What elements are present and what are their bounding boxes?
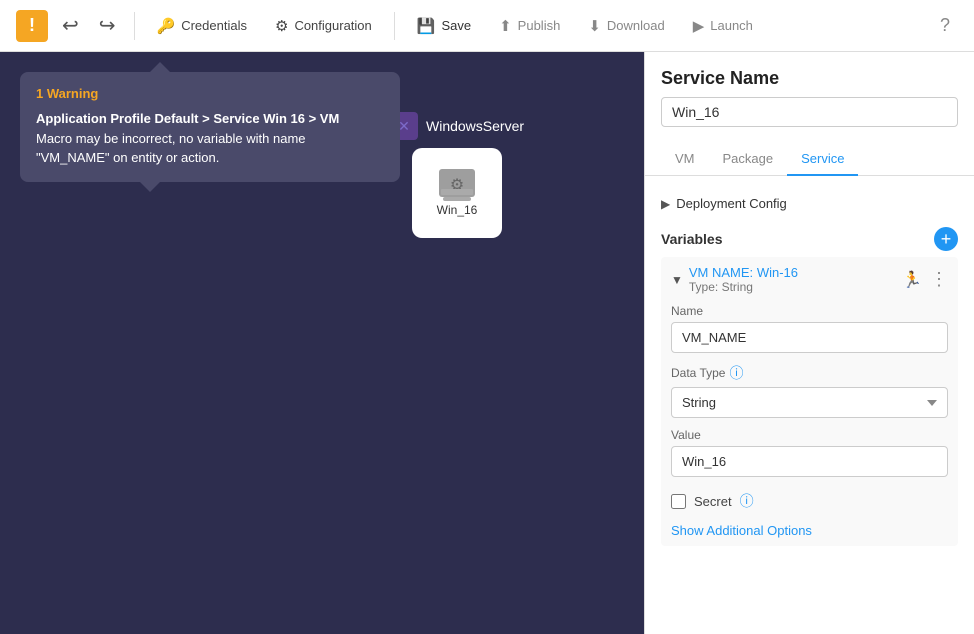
variable-type: Type: String	[689, 280, 798, 294]
tabs: VM Package Service	[645, 143, 974, 176]
secret-row: Secret ⓘ	[671, 491, 948, 511]
datatype-select[interactable]: String Integer Boolean Date	[671, 387, 948, 418]
download-label: Download	[607, 18, 665, 33]
vm-node[interactable]: ⚙ Win_16	[412, 148, 502, 238]
publish-icon: ⬆	[499, 17, 512, 35]
variable-name-label: VM NAME:	[689, 265, 753, 280]
tab-package[interactable]: Package	[709, 143, 788, 176]
variable-actions: 🏃 ⋮	[902, 269, 948, 290]
deployment-config-label: Deployment Config	[676, 196, 787, 211]
warning-icon: !	[29, 15, 35, 36]
publish-button[interactable]: ⬆ Publish	[489, 11, 570, 41]
configuration-label: Configuration	[294, 18, 371, 33]
tooltip-arrow	[150, 62, 170, 72]
vm-node-icon: ⚙	[439, 169, 475, 197]
secret-info-icon[interactable]: ⓘ	[740, 491, 754, 511]
datatype-field-group: Data Type ⓘ String Integer Boolean Date	[671, 363, 948, 418]
configuration-button[interactable]: ⚙ Configuration	[265, 11, 382, 41]
secret-checkbox[interactable]	[671, 494, 686, 509]
panel-title: Service Name	[661, 68, 958, 89]
deployment-config-chevron: ▶	[661, 197, 670, 211]
credentials-icon: 🔑	[157, 17, 176, 35]
right-panel: Service Name VM Package Service ▶ Deploy…	[644, 52, 974, 634]
variable-name: VM NAME: Win-16	[689, 265, 798, 280]
datatype-info-icon[interactable]: ⓘ	[729, 363, 743, 383]
download-button[interactable]: ⬇ Download	[578, 11, 674, 41]
undo-icon: ↩	[62, 15, 79, 37]
variable-item-header: ▼ VM NAME: Win-16 Type: String 🏃 ⋮	[671, 265, 948, 294]
warning-text: Macro may be incorrect, no variable with…	[36, 131, 306, 166]
more-options-icon[interactable]: ⋮	[930, 269, 948, 290]
node-title: WindowsServer	[426, 118, 524, 134]
show-additional-link[interactable]: Show Additional Options	[671, 523, 812, 538]
warning-title: 1 Warning	[36, 86, 384, 101]
deployment-config-section[interactable]: ▶ Deployment Config	[661, 188, 958, 219]
launch-icon: ▶	[693, 17, 705, 35]
value-field-group: Value	[671, 428, 948, 477]
run-icon[interactable]: 🏃	[902, 270, 922, 290]
vm-node-label: Win_16	[437, 203, 478, 217]
variable-value-input[interactable]	[671, 446, 948, 477]
add-variable-button[interactable]: +	[934, 227, 958, 251]
warning-message: Application Profile Default > Service Wi…	[36, 109, 384, 168]
value-field-label: Value	[671, 428, 948, 442]
variables-label: Variables	[661, 231, 723, 247]
configuration-icon: ⚙	[275, 17, 288, 35]
download-icon: ⬇	[588, 17, 601, 35]
windows-server-node[interactable]: ✕ WindowsServer ⚙ Win_16	[390, 112, 524, 238]
variable-item-vmname: ▼ VM NAME: Win-16 Type: String 🏃 ⋮	[661, 257, 958, 546]
node-header: ✕ WindowsServer	[390, 112, 524, 140]
publish-label: Publish	[518, 18, 561, 33]
tab-service[interactable]: Service	[787, 143, 858, 176]
undo-button[interactable]: ↩	[56, 9, 85, 42]
save-icon: 💾	[417, 17, 436, 35]
toolbar: ! ↩ ↪ 🔑 Credentials ⚙ Configuration 💾 Sa…	[0, 0, 974, 52]
credentials-label: Credentials	[181, 18, 247, 33]
warning-tooltip: 1 Warning Application Profile Default > …	[20, 72, 400, 182]
canvas: 1 Warning Application Profile Default > …	[0, 52, 644, 634]
warning-button[interactable]: !	[16, 10, 48, 42]
service-name-input[interactable]	[661, 97, 958, 127]
datatype-select-wrapper: String Integer Boolean Date	[671, 387, 948, 418]
datatype-field-label: Data Type ⓘ	[671, 363, 948, 383]
name-field-label: Name	[671, 304, 948, 318]
divider-2	[394, 12, 395, 40]
launch-label: Launch	[710, 18, 753, 33]
main-area: 1 Warning Application Profile Default > …	[0, 52, 974, 634]
save-button[interactable]: 💾 Save	[407, 11, 481, 41]
variable-expand-chevron[interactable]: ▼	[671, 273, 683, 287]
warning-bold: Application Profile Default > Service Wi…	[36, 111, 339, 126]
credentials-button[interactable]: 🔑 Credentials	[147, 11, 257, 41]
help-icon: ?	[940, 15, 950, 35]
vm-icon-strip	[441, 189, 473, 195]
variable-name-input[interactable]	[671, 322, 948, 353]
save-label: Save	[441, 18, 471, 33]
panel-header: Service Name	[645, 52, 974, 135]
redo-icon: ↪	[99, 15, 116, 37]
tab-vm[interactable]: VM	[661, 143, 709, 176]
variable-name-value: Win-16	[757, 265, 798, 280]
datatype-label-text: Data Type	[671, 366, 725, 380]
variable-form: Name	[671, 304, 948, 353]
variable-item-left: ▼ VM NAME: Win-16 Type: String	[671, 265, 798, 294]
variables-row: Variables +	[661, 219, 958, 257]
help-button[interactable]: ?	[932, 11, 958, 40]
secret-label: Secret	[694, 494, 732, 509]
redo-button[interactable]: ↪	[93, 9, 122, 42]
divider-1	[134, 12, 135, 40]
variable-name-block: VM NAME: Win-16 Type: String	[689, 265, 798, 294]
launch-button[interactable]: ▶ Launch	[683, 11, 763, 41]
panel-content: ▶ Deployment Config Variables + ▼ VM NAM…	[645, 176, 974, 634]
